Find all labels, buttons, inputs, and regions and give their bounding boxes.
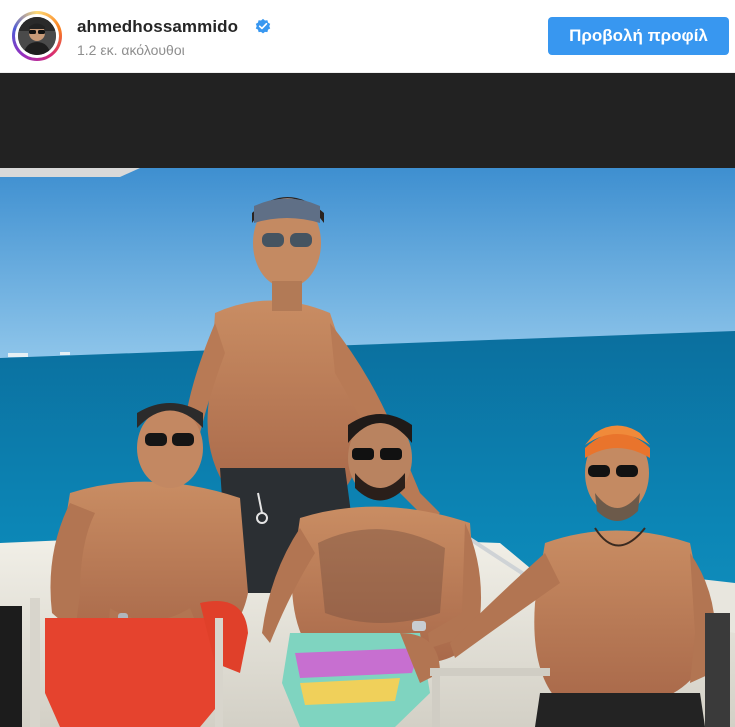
username[interactable]: ahmedhossammido — [77, 17, 238, 37]
follower-count: 1.2 εκ. ακόλουθοι — [77, 42, 185, 58]
avatar[interactable] — [18, 17, 56, 55]
verified-badge-icon — [255, 18, 271, 34]
post-header: ahmedhossammido 1.2 εκ. ακόλουθοι Προβολ… — [0, 0, 735, 73]
post-photo[interactable] — [0, 73, 735, 727]
profile-avatar-icon — [18, 17, 56, 55]
instagram-post-embed: ahmedhossammido 1.2 εκ. ακόλουθοι Προβολ… — [0, 0, 735, 727]
view-profile-button[interactable]: Προβολή προφίλ — [548, 17, 729, 55]
post-image — [0, 73, 735, 727]
avatar-story-ring[interactable] — [12, 11, 62, 61]
